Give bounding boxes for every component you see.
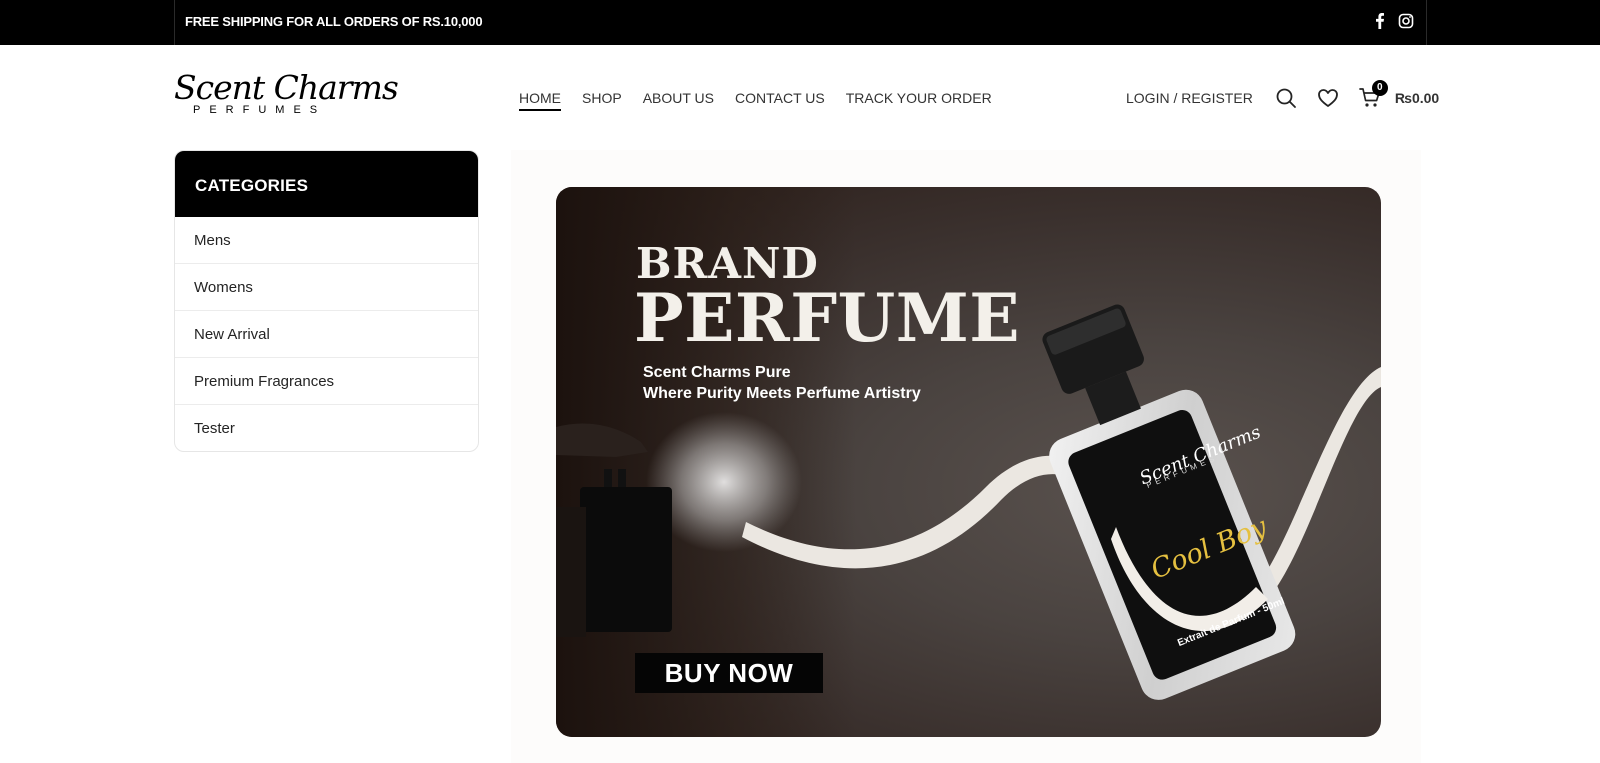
- nav-contact-us[interactable]: CONTACT US: [735, 88, 825, 111]
- hero-banner[interactable]: BRAND PERFUME Scent Charms Pure Where Pu…: [556, 187, 1381, 737]
- cart-total[interactable]: ₨0.00: [1395, 90, 1439, 106]
- search-icon[interactable]: [1275, 87, 1297, 109]
- nav-about-us[interactable]: ABOUT US: [643, 88, 714, 111]
- nav-track-order[interactable]: TRACK YOUR ORDER: [846, 88, 992, 111]
- category-item-premium-fragrances[interactable]: Premium Fragrances: [175, 358, 478, 405]
- buy-now-button[interactable]: BUY NOW: [635, 653, 823, 693]
- category-item-new-arrival[interactable]: New Arrival: [175, 311, 478, 358]
- instagram-icon[interactable]: [1398, 13, 1414, 29]
- ribbon: [742, 367, 1381, 634]
- banner-title-perfume: PERFUME: [634, 279, 1021, 357]
- banner-subtitle-2: Where Purity Meets Perfume Artistry: [643, 385, 921, 402]
- cart-count-badge: 0: [1371, 80, 1388, 96]
- site-logo[interactable]: Scent Charms PERFUMES: [174, 70, 399, 120]
- cart-button[interactable]: 0: [1358, 80, 1388, 109]
- logo-script-text: Scent Charms: [174, 68, 399, 107]
- header-actions: LOGIN / REGISTER 0 ₨0.00: [1126, 80, 1439, 110]
- categories-title: CATEGORIES: [175, 151, 478, 217]
- banner-subtitle-1: Scent Charms Pure: [643, 364, 791, 381]
- main-nav: HOME SHOP ABOUT US CONTACT US TRACK YOUR…: [519, 88, 1013, 111]
- perfume-bottle: [1042, 304, 1296, 700]
- hand-shape: [556, 423, 648, 457]
- category-item-womens[interactable]: Womens: [175, 264, 478, 311]
- login-register-link[interactable]: LOGIN / REGISTER: [1126, 90, 1253, 106]
- category-item-tester[interactable]: Tester: [175, 405, 478, 451]
- nav-shop[interactable]: SHOP: [582, 88, 622, 111]
- top-bar-container: FREE SHIPPING FOR ALL ORDERS OF RS.10,00…: [174, 0, 1427, 45]
- facebook-icon[interactable]: [1372, 13, 1388, 29]
- heart-icon[interactable]: [1317, 87, 1339, 109]
- small-bottle: [580, 487, 672, 632]
- top-announcement-bar: FREE SHIPPING FOR ALL ORDERS OF RS.10,00…: [0, 0, 1600, 45]
- category-item-mens[interactable]: Mens: [175, 217, 478, 264]
- free-shipping-text: FREE SHIPPING FOR ALL ORDERS OF RS.10,00…: [185, 14, 483, 29]
- categories-panel: CATEGORIES Mens Womens New Arrival Premi…: [174, 150, 479, 452]
- social-links: [1372, 13, 1414, 29]
- nav-home[interactable]: HOME: [519, 88, 561, 111]
- logo-subtitle: PERFUMES: [193, 104, 327, 116]
